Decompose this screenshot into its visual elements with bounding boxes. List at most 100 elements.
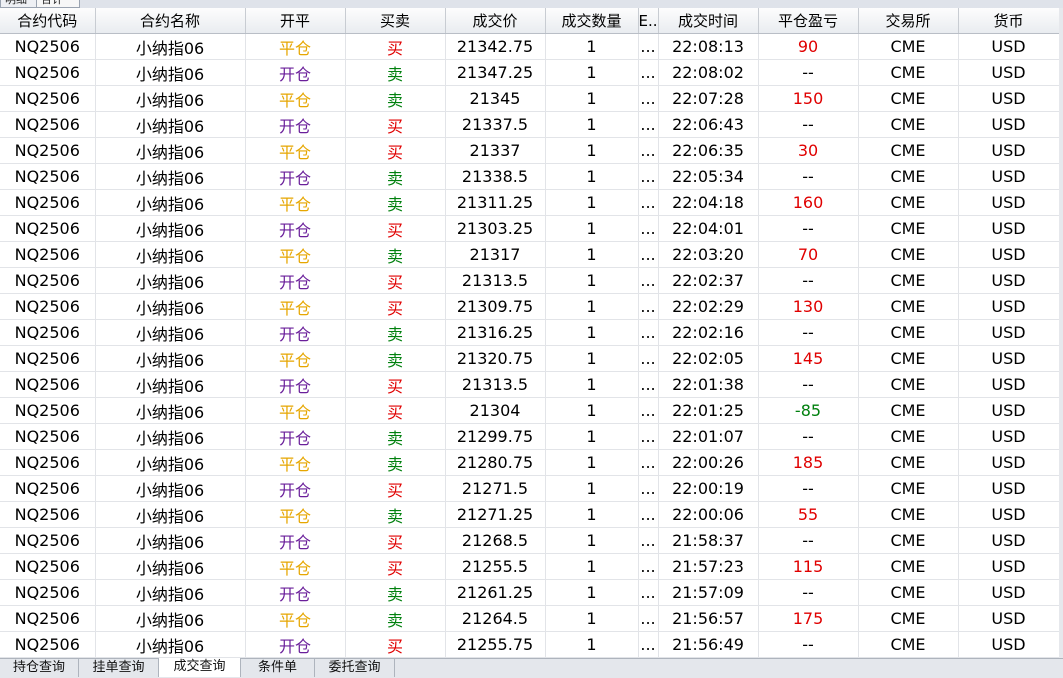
cell-open-close: 平仓 [245, 501, 346, 528]
table-row[interactable]: NQ2506 小纳指06 开仓买 21337.5 1... 22:06:43 -- CME US… [0, 111, 1060, 138]
col-header-contract-code[interactable]: 合约代码 [0, 8, 96, 34]
col-header-side[interactable]: 买卖 [345, 8, 446, 34]
tab-order-query[interactable]: 委托查询 [315, 659, 395, 677]
cell-quantity: 1 [545, 215, 639, 242]
table-row[interactable]: NQ2506 小纳指06 平仓卖 21317 1... 22:03:20 70 CME USD [0, 241, 1060, 268]
trade-table: 合约代码 合约名称 开平 买卖 成交价 成交数量 E.. 成交时间 平仓盈亏 交… [0, 8, 1060, 658]
table-row[interactable]: NQ2506 小纳指06 开仓买 21313.5 1... 22:02:37 -- CME US… [0, 267, 1060, 294]
cell-trade-time: 22:02:37 [658, 267, 759, 294]
cell-contract-code: NQ2506 [0, 345, 96, 372]
tab-pending-order-query[interactable]: 挂单查询 [79, 659, 159, 677]
cell-quantity: 1 [545, 553, 639, 580]
table-row[interactable]: NQ2506 小纳指06 平仓卖 21271.25 1... 22:00:06 55 CME U… [0, 501, 1060, 528]
cell-open-close: 开仓 [245, 423, 346, 450]
cell-pnl: 130 [758, 293, 859, 320]
table-row[interactable]: NQ2506 小纳指06 开仓买 21303.25 1... 22:04:01 -- CME U… [0, 215, 1060, 242]
table-row[interactable]: NQ2506 小纳指06 平仓卖 21280.75 1... 22:00:26 185 CME… [0, 449, 1060, 476]
col-header-quantity[interactable]: 成交数量 [545, 8, 639, 34]
cell-exchange: CME [858, 371, 959, 398]
col-header-truncated[interactable]: E.. [638, 8, 659, 34]
table-row[interactable]: NQ2506 小纳指06 开仓买 21268.5 1... 21:58:37 -- CME US… [0, 527, 1060, 554]
cell-currency: USD [958, 631, 1060, 658]
cell-open-close: 平仓 [245, 397, 346, 424]
cell-truncated: ... [638, 475, 659, 502]
cell-contract-code: NQ2506 [0, 527, 96, 554]
cell-contract-code: NQ2506 [0, 371, 96, 398]
col-header-pnl[interactable]: 平仓盈亏 [758, 8, 859, 34]
cell-truncated: ... [638, 345, 659, 372]
table-row[interactable]: NQ2506 小纳指06 平仓买 21342.75 1... 22:08:13 90 CME U… [0, 33, 1060, 60]
cell-exchange: CME [858, 241, 959, 268]
cell-currency: USD [958, 527, 1060, 554]
cell-truncated: ... [638, 85, 659, 112]
cell-price: 21342.75 [445, 33, 546, 60]
table-row[interactable]: NQ2506 小纳指06 平仓买 21255.5 1... 21:57:23 115 CME U… [0, 553, 1060, 580]
cell-pnl: 115 [758, 553, 859, 580]
tab-total[interactable]: 合计 [36, 0, 80, 8]
table-row[interactable]: NQ2506 小纳指06 开仓买 21255.75 1... 21:56:49 -- CME U… [0, 631, 1060, 658]
col-header-exchange[interactable]: 交易所 [858, 8, 959, 34]
col-header-currency[interactable]: 货币 [958, 8, 1060, 34]
tab-position-query[interactable]: 持仓查询 [0, 659, 79, 677]
cell-side: 买 [345, 267, 446, 294]
table-row[interactable]: NQ2506 小纳指06 开仓卖 21347.25 1... 22:08:02 -- CME U… [0, 59, 1060, 86]
table-row[interactable]: NQ2506 小纳指06 平仓买 21304 1... 22:01:25 -85 CME USD [0, 397, 1060, 424]
cell-side: 买 [345, 631, 446, 658]
cell-currency: USD [958, 59, 1060, 86]
cell-truncated: ... [638, 137, 659, 164]
cell-exchange: CME [858, 475, 959, 502]
table-row[interactable]: NQ2506 小纳指06 开仓卖 21299.75 1... 22:01:07 -- CME U… [0, 423, 1060, 450]
table-row[interactable]: NQ2506 小纳指06 开仓卖 21261.25 1... 21:57:09 -- CME U… [0, 579, 1060, 606]
cell-currency: USD [958, 319, 1060, 346]
cell-pnl: -- [758, 527, 859, 554]
cell-currency: USD [958, 137, 1060, 164]
tab-detail[interactable]: 明细 [0, 0, 40, 8]
col-header-open-close[interactable]: 开平 [245, 8, 346, 34]
table-row[interactable]: NQ2506 小纳指06 开仓卖 21316.25 1... 22:02:16 -- CME U… [0, 319, 1060, 346]
cell-quantity: 1 [545, 189, 639, 216]
cell-contract-code: NQ2506 [0, 501, 96, 528]
cell-truncated: ... [638, 579, 659, 606]
cell-contract-name: 小纳指06 [95, 293, 246, 320]
vertical-scrollbar[interactable] [1059, 8, 1063, 658]
cell-price: 21337.5 [445, 111, 546, 138]
table-row[interactable]: NQ2506 小纳指06 平仓卖 21345 1... 22:07:28 150 CME USD [0, 85, 1060, 112]
cell-trade-time: 21:57:09 [658, 579, 759, 606]
col-header-price[interactable]: 成交价 [445, 8, 546, 34]
table-row[interactable]: NQ2506 小纳指06 平仓买 21337 1... 22:06:35 30 CME USD [0, 137, 1060, 164]
cell-pnl: -- [758, 371, 859, 398]
col-header-trade-time[interactable]: 成交时间 [658, 8, 759, 34]
cell-price: 21255.75 [445, 631, 546, 658]
tab-conditional-order[interactable]: 条件单 [241, 659, 315, 677]
cell-exchange: CME [858, 137, 959, 164]
table-row[interactable]: NQ2506 小纳指06 开仓买 21271.5 1... 22:00:19 -- CME US… [0, 475, 1060, 502]
cell-contract-code: NQ2506 [0, 553, 96, 580]
table-row[interactable]: NQ2506 小纳指06 平仓卖 21264.5 1... 21:56:57 175 CME U… [0, 605, 1060, 632]
cell-contract-name: 小纳指06 [95, 579, 246, 606]
cell-exchange: CME [858, 631, 959, 658]
cell-open-close: 开仓 [245, 527, 346, 554]
cell-contract-code: NQ2506 [0, 397, 96, 424]
cell-quantity: 1 [545, 85, 639, 112]
cell-side: 买 [345, 553, 446, 580]
cell-side: 卖 [345, 59, 446, 86]
cell-exchange: CME [858, 85, 959, 112]
cell-side: 买 [345, 33, 446, 60]
table-row[interactable]: NQ2506 小纳指06 平仓卖 21320.75 1... 22:02:05 145 CME… [0, 345, 1060, 372]
cell-exchange: CME [858, 293, 959, 320]
table-row[interactable]: NQ2506 小纳指06 平仓卖 21311.25 1... 22:04:18 160 CME… [0, 189, 1060, 216]
table-row[interactable]: NQ2506 小纳指06 开仓卖 21338.5 1... 22:05:34 -- CME US… [0, 163, 1060, 190]
cell-contract-name: 小纳指06 [95, 215, 246, 242]
cell-open-close: 开仓 [245, 163, 346, 190]
cell-contract-name: 小纳指06 [95, 449, 246, 476]
cell-contract-name: 小纳指06 [95, 111, 246, 138]
cell-open-close: 平仓 [245, 33, 346, 60]
cell-currency: USD [958, 553, 1060, 580]
cell-side: 买 [345, 111, 446, 138]
table-row[interactable]: NQ2506 小纳指06 平仓买 21309.75 1... 22:02:29 130 CME… [0, 293, 1060, 320]
col-header-contract-name[interactable]: 合约名称 [95, 8, 246, 34]
tab-trade-query[interactable]: 成交查询 [159, 658, 241, 677]
cell-currency: USD [958, 85, 1060, 112]
table-row[interactable]: NQ2506 小纳指06 开仓买 21313.5 1... 22:01:38 -- CME US… [0, 371, 1060, 398]
cell-truncated: ... [638, 397, 659, 424]
